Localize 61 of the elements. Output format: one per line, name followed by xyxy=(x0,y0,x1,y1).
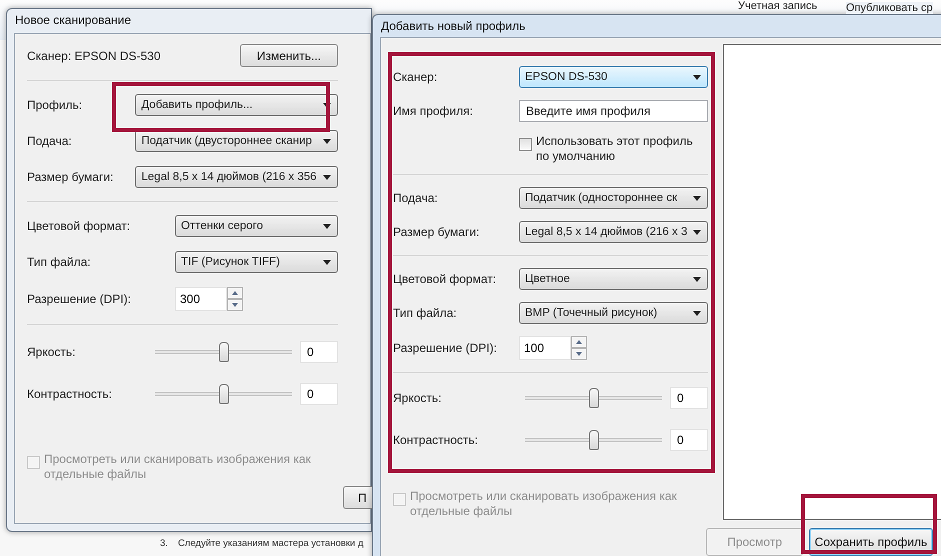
caret-icon xyxy=(693,310,701,316)
window-title: Добавить новый профиль xyxy=(380,18,526,35)
dropdown[interactable]: Legal 8,5 x 14 дюймов (216 x 356 xyxy=(135,166,338,188)
column-header: Учетная запись xyxy=(738,0,818,12)
change-button[interactable]: Изменить... xyxy=(240,44,338,67)
field-label: Разрешение (DPI): xyxy=(393,341,498,355)
instruction-text: Следуйте указаниям мастера установки д xyxy=(178,538,364,549)
caret-icon xyxy=(323,138,331,144)
checkbox[interactable] xyxy=(519,138,532,151)
dropdown[interactable]: Податчик (двустороннее сканир xyxy=(135,130,338,152)
field-label: Подача: xyxy=(27,134,73,148)
field-label: Тип файла: xyxy=(27,255,92,269)
text-field[interactable]: Введите имя профиля xyxy=(519,100,708,122)
value-field[interactable]: 0 xyxy=(670,387,708,409)
caret-icon xyxy=(693,276,701,282)
slider-thumb[interactable] xyxy=(218,342,228,362)
caret-icon xyxy=(323,260,331,264)
dropdown[interactable]: Оттенки серого xyxy=(174,215,338,237)
dropdown[interactable]: Цветное xyxy=(519,268,708,290)
field-label: Контрастность: xyxy=(27,387,112,401)
caret-icon xyxy=(693,230,701,234)
caret-icon xyxy=(323,174,331,180)
field-label: Тип файла: xyxy=(393,306,458,320)
window-title: Новое сканирование xyxy=(14,12,132,29)
checkbox-label: Просмотреть или сканировать изображения как отдельные файлы xyxy=(44,452,312,482)
preview-button: Просмотр xyxy=(706,528,803,556)
field-label: Размер бумаги: xyxy=(27,170,114,184)
value-field[interactable]: 0 xyxy=(670,429,708,451)
slider-thumb[interactable] xyxy=(588,430,598,450)
number-field[interactable]: 100 xyxy=(519,336,571,360)
caret-icon xyxy=(693,196,701,200)
slider-thumb[interactable] xyxy=(218,384,228,404)
field-label: Имя профиля: xyxy=(393,104,474,118)
column-header: Опубликовать ср xyxy=(846,2,933,14)
field-label: Яркость: xyxy=(393,391,442,405)
number-field[interactable]: 300 xyxy=(174,287,227,311)
dropdown[interactable]: EPSON DS-530 xyxy=(519,66,708,88)
step-number: 3. xyxy=(160,538,168,549)
spin-arrows-icon xyxy=(226,287,243,311)
spin-arrows-icon xyxy=(571,336,587,360)
value-field[interactable]: 0 xyxy=(300,383,338,405)
slider-thumb[interactable] xyxy=(588,388,598,408)
field-label: Разрешение (DPI): xyxy=(27,292,131,306)
checkbox-label: Использовать этот профиль по умолчанию xyxy=(536,134,694,164)
field-label: Контрастность: xyxy=(393,433,480,447)
field-label: Сканер: xyxy=(393,70,438,84)
field-label: Цветовой формат: xyxy=(27,219,131,233)
caret-icon xyxy=(323,224,331,228)
dropdown[interactable]: BMP (Точечный рисунок) xyxy=(519,302,708,324)
checkbox-label: Просмотреть или сканировать изображения как отдельные файлы xyxy=(410,489,678,519)
scanner-label: Сканер: EPSON DS-530 xyxy=(27,48,161,62)
caret-icon xyxy=(693,74,701,80)
field-label: Профиль: xyxy=(27,98,84,112)
field-label: Подача: xyxy=(393,191,439,205)
field-label: Яркость: xyxy=(27,345,76,359)
dropdown[interactable]: TIF (Рисунок TIFF) xyxy=(174,251,338,273)
field-label: Цветовой формат: xyxy=(393,272,498,286)
dropdown[interactable]: Legal 8,5 x 14 дюймов (216 x 3 xyxy=(519,221,708,243)
field-label: Размер бумаги: xyxy=(393,225,480,239)
value-field[interactable]: 0 xyxy=(300,341,338,363)
dropdown[interactable]: Податчик (одностороннее ск xyxy=(519,187,708,209)
